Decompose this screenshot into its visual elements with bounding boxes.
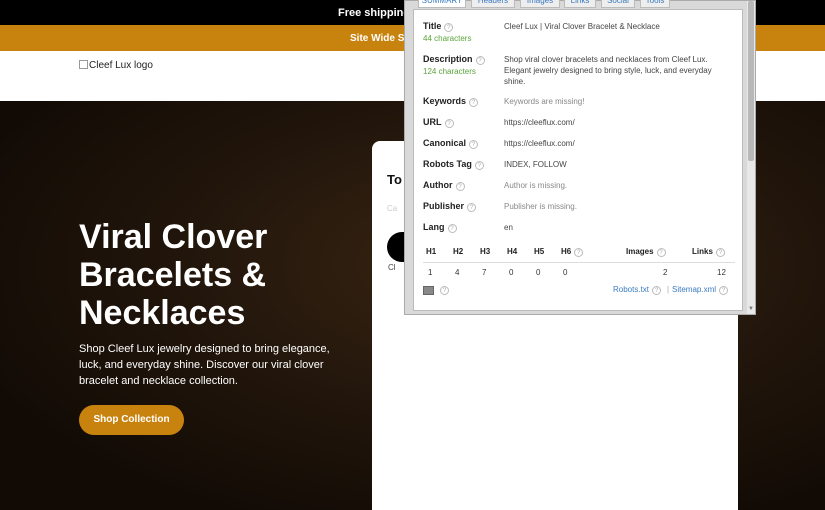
h4-count: 0 <box>509 268 514 277</box>
shop-collection-button[interactable]: Shop Collection <box>79 405 184 435</box>
lang-label: Lang? <box>423 222 457 233</box>
keywords-value: Keywords are missing! <box>504 97 585 106</box>
description-label: Description? <box>423 54 485 65</box>
h1-count: 1 <box>428 268 433 277</box>
sitemap-xml-link[interactable]: Sitemap.xml? <box>672 285 729 295</box>
table-divider <box>423 262 735 263</box>
footer-separator: | <box>667 285 670 294</box>
help-icon[interactable]: ? <box>656 248 666 257</box>
help-icon[interactable]: ? <box>467 203 477 212</box>
help-icon[interactable]: ? <box>474 161 484 170</box>
url-label: URL? <box>423 117 454 128</box>
logo-alt-text: Cleef Lux logo <box>89 60 153 71</box>
h5-header: H5 <box>534 247 545 256</box>
links-count: 12 <box>717 268 726 277</box>
robots-txt-link[interactable]: Robots.txt? <box>613 285 662 295</box>
tab-summary[interactable]: SUMMARY <box>418 0 466 8</box>
canonical-label: Canonical? <box>423 138 479 149</box>
title-value: Cleef Lux | Viral Clover Bracelet & Neck… <box>504 22 660 31</box>
scrollbar-thumb[interactable] <box>748 1 754 161</box>
h3-count: 7 <box>482 268 487 277</box>
images-header: Images? <box>626 247 666 257</box>
tab-images[interactable]: Images <box>520 0 560 8</box>
tab-links[interactable]: Links <box>564 0 596 8</box>
links-header: Links? <box>692 247 725 257</box>
help-icon[interactable]: ? <box>719 286 729 295</box>
card-title: To <box>387 172 402 187</box>
help-icon[interactable]: ? <box>440 286 449 295</box>
publisher-label: Publisher? <box>423 201 477 212</box>
publisher-value: Publisher is missing. <box>504 202 577 211</box>
url-value: https://cleeflux.com/ <box>504 118 575 127</box>
help-icon[interactable]: ? <box>652 286 662 295</box>
keywords-label: Keywords? <box>423 96 479 107</box>
tab-social[interactable]: Social <box>601 0 635 8</box>
robots-tag-label: Robots Tag? <box>423 159 484 170</box>
site-logo[interactable]: Cleef Lux logo <box>79 60 153 71</box>
h6-header: H6? <box>561 247 584 257</box>
h5-count: 0 <box>536 268 541 277</box>
author-value: Author is missing. <box>504 181 568 190</box>
description-char-count: 124 characters <box>423 67 476 76</box>
author-label: Author? <box>423 180 465 191</box>
h1-header: H1 <box>426 247 437 256</box>
scroll-down-arrow-icon[interactable]: ▼ <box>748 306 754 312</box>
image-thumbnail-icon[interactable] <box>423 286 434 295</box>
help-icon[interactable]: ? <box>469 98 479 107</box>
title-char-count: 44 characters <box>423 34 472 43</box>
h2-count: 4 <box>455 268 460 277</box>
lang-value: en <box>504 223 513 232</box>
canonical-value: https://cleeflux.com/ <box>504 139 575 148</box>
help-icon[interactable]: ? <box>447 224 457 233</box>
tab-headers[interactable]: Headers <box>471 0 515 8</box>
summary-content: Title? 44 characters Cleef Lux | Viral C… <box>413 9 743 311</box>
robots-tag-value: INDEX, FOLLOW <box>504 160 567 169</box>
panel-scrollbar[interactable]: ▼ <box>747 1 755 314</box>
tab-tools[interactable]: Tools <box>640 0 670 8</box>
seo-extension-panel: SUMMARY Headers Images Links Social Tool… <box>404 0 756 315</box>
h6-count: 0 <box>563 268 568 277</box>
help-icon[interactable]: ? <box>444 23 454 32</box>
h2-header: H2 <box>453 247 464 256</box>
hero-description: Shop Cleef Lux jewelry designed to bring… <box>79 343 330 387</box>
help-icon[interactable]: ? <box>574 248 584 257</box>
broken-image-icon <box>79 60 88 69</box>
help-icon[interactable]: ? <box>715 248 725 257</box>
description-value: Shop viral clover bracelets and necklace… <box>504 55 712 86</box>
help-icon[interactable]: ? <box>455 182 465 191</box>
help-icon[interactable]: ? <box>469 140 479 149</box>
images-count: 2 <box>663 268 668 277</box>
h4-header: H4 <box>507 247 518 256</box>
title-label: Title? <box>423 21 454 32</box>
hero-title: Viral Clover Bracelets & Necklaces <box>79 218 268 332</box>
card-subtitle: Ca <box>387 204 398 213</box>
help-icon[interactable]: ? <box>444 119 454 128</box>
h3-header: H3 <box>480 247 491 256</box>
help-icon[interactable]: ? <box>475 56 485 65</box>
